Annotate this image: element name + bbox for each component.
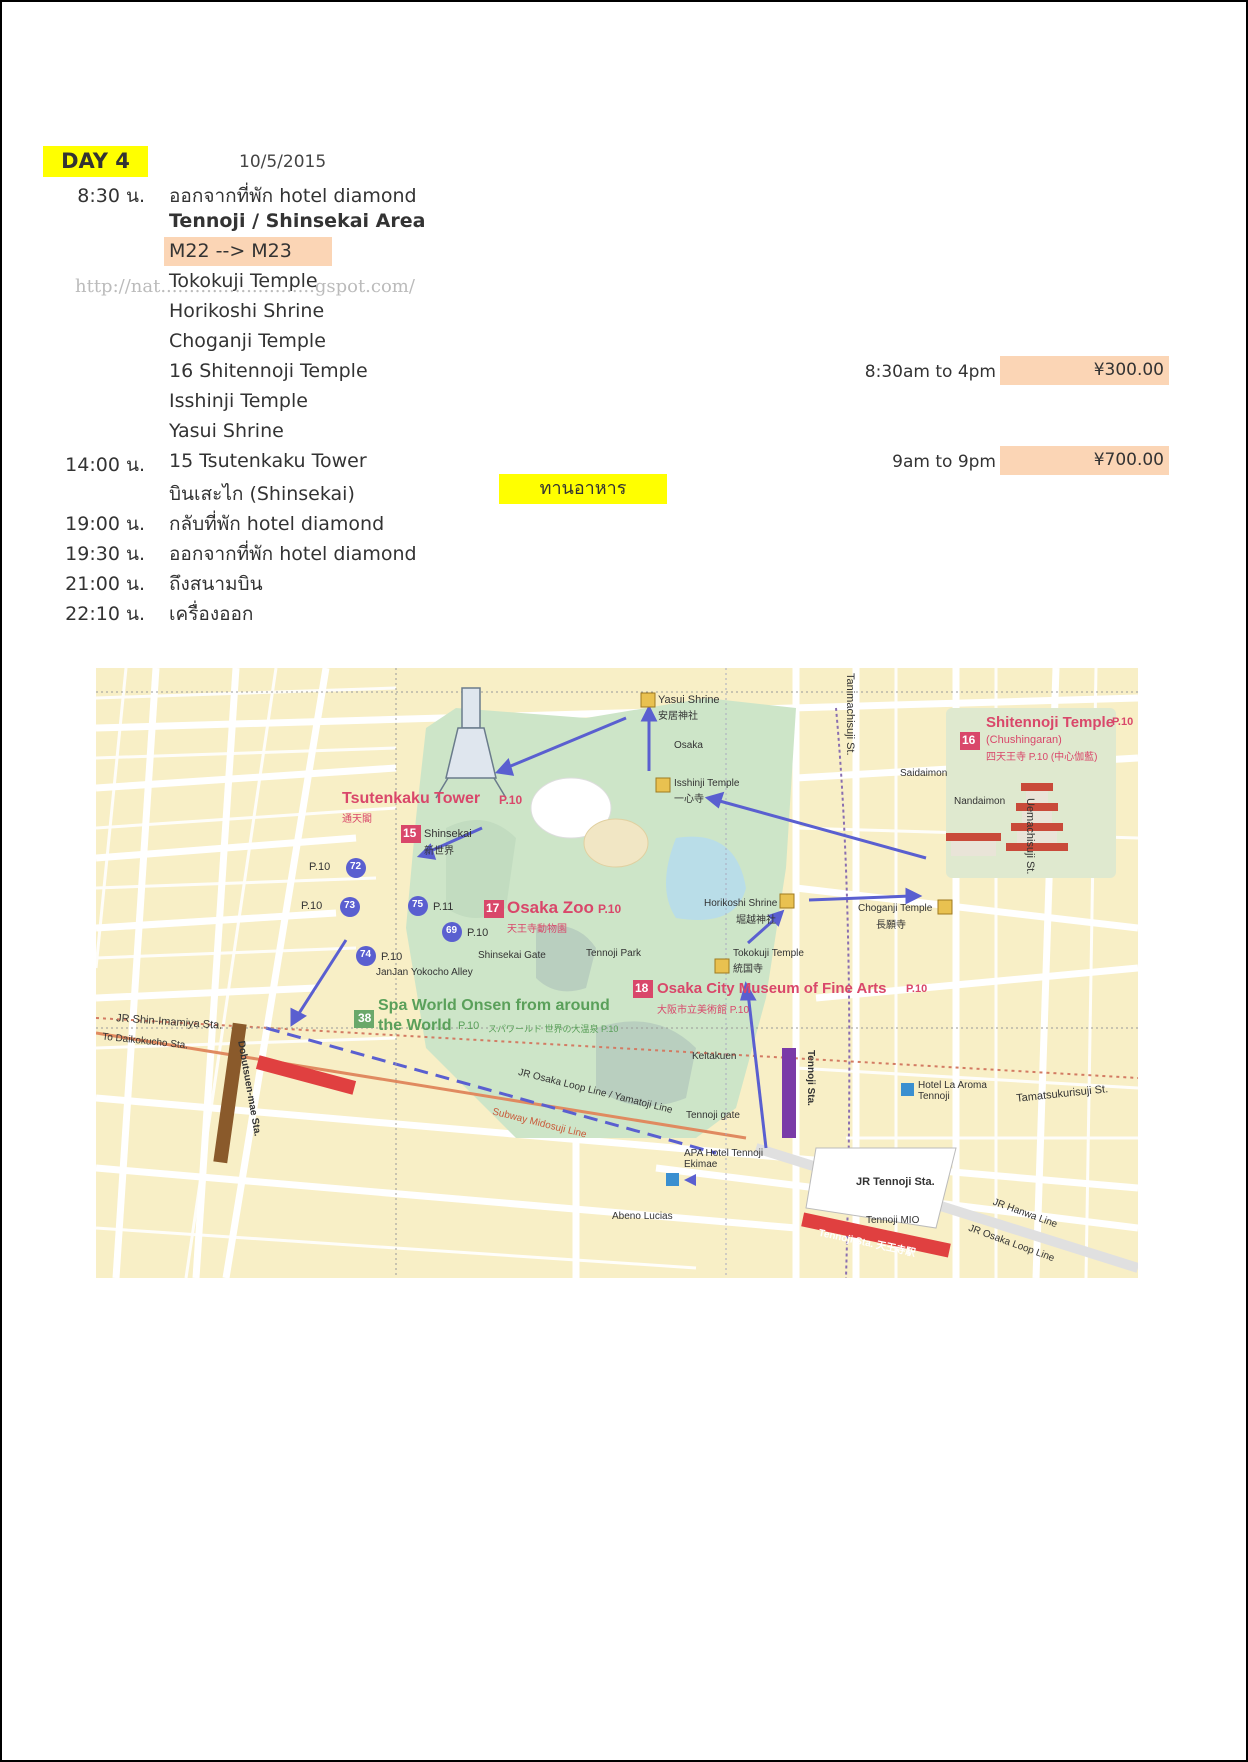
area-title: Tennoji / Shinsekai Area [169, 210, 426, 232]
activity-4: 16 Shitennoji Temple [169, 360, 368, 382]
bus-stop-69-page: P.10 [467, 927, 489, 939]
activity-3: Choganji Temple [169, 330, 326, 352]
poi-18-num: 18 [635, 981, 649, 995]
poi-tsutenkaku-jp: 通天閣 [342, 814, 372, 825]
bus-stop-73-num: 73 [344, 900, 356, 911]
hours-4: 8:30am to 4pm [864, 362, 996, 382]
choganji-label: Choganji Temple [858, 903, 933, 914]
day-label: DAY 4 [43, 146, 148, 177]
hotel-la-aroma-label: Hotel La Aroma Tennoji [918, 1080, 987, 1102]
poi-shitennoji-name: Shitennoji Temple [986, 714, 1115, 731]
activity-5: Isshinji Temple [169, 390, 308, 412]
activity-11: ถึงสนามบิน [169, 573, 263, 595]
bus-stop-75-page: P.11 [433, 901, 454, 913]
abeno-label: Abeno Lucias [612, 1211, 673, 1222]
bus-stop-73-page: P.10 [301, 900, 323, 912]
poi-zoo-jp: 天王寺動物園 [507, 924, 567, 935]
saidaimon-label: Saidaimon [900, 768, 948, 779]
activity-8: บินเสะไก (Shinsekai) [169, 483, 355, 505]
poi-38-num: 38 [358, 1011, 372, 1025]
keitakuen-label: Keitakuen [692, 1051, 737, 1062]
activity-12: เครื่องออก [169, 603, 254, 625]
bus-stop-75-num: 75 [412, 899, 424, 910]
tokokuji-jp: 統国寺 [733, 964, 763, 975]
route-box: M22 --> M23 [164, 237, 332, 266]
time-11: 21:00 น. [65, 573, 145, 595]
tennoji-mio-label: Tennoji MIO [866, 1215, 920, 1226]
uemachisuji-label: Uemachisuji St. [1024, 798, 1036, 875]
watermark: http://nat...........................gsp… [75, 276, 415, 297]
activity-6: Yasui Shrine [169, 420, 284, 442]
apa-hotel-label: APA Hotel Tennoji Ekimae [684, 1148, 764, 1170]
activity-10: ออกจากที่พัก hotel diamond [169, 543, 417, 565]
osaka-label: Osaka [674, 740, 703, 751]
poi-17-num: 17 [486, 901, 500, 915]
activity-0: ออกจากที่พัก hotel diamond [169, 185, 417, 207]
bus-stop-74-num: 74 [360, 949, 372, 960]
shinsekai-jp: 新世界 [424, 846, 454, 857]
poi-shitennoji-page: P.10 [1112, 716, 1134, 728]
yasui-jp: 安居神社 [658, 711, 698, 722]
bus-stop-74-page: P.10 [381, 951, 403, 963]
shinsekai-label: Shinsekai [424, 828, 472, 840]
activity-2: Horikoshi Shrine [169, 300, 325, 322]
tennoji-sta-label: Tennoji Sta. [805, 1050, 816, 1106]
jr-tennoji-label: JR Tennoji Sta. [856, 1176, 935, 1188]
poi-16-num: 16 [962, 733, 976, 747]
poi-15-num: 15 [403, 826, 417, 840]
area-map: Tsutenkaku Tower P.10 通天閣 15 Shinsekai 新… [96, 668, 1138, 1278]
shinsekai-gate-label: Shinsekai Gate [478, 950, 546, 961]
isshinji-jp: 一心寺 [674, 794, 704, 805]
map-graphics [96, 668, 1138, 1278]
tennoji-gate-label: Tennoji gate [686, 1110, 740, 1121]
time-12: 22:10 น. [65, 603, 145, 625]
time-0: 8:30 น. [77, 185, 145, 207]
poi-spaworld-page: P.10 [458, 1020, 480, 1032]
bus-stop-69-num: 69 [446, 925, 458, 936]
choganji-jp: 長願寺 [876, 920, 906, 931]
time-9: 19:00 น. [65, 513, 145, 535]
poi-shitennoji-jp: 四天王寺 P.10 (中心伽藍) [986, 752, 1098, 763]
poi-tsutenkaku-name: Tsutenkaku Tower [342, 790, 481, 807]
price-4: ¥300.00 [1000, 356, 1169, 385]
poi-shitennoji-sub: (Chushingaran) [986, 734, 1062, 746]
janjan-label: JanJan Yokocho Alley [376, 967, 473, 978]
poi-tsutenkaku-page: P.10 [499, 793, 523, 807]
meal-label: ทานอาหาร [499, 474, 667, 504]
bus-stop-72-num: 72 [350, 861, 362, 872]
tennoji-park-label: Tennoji Park [586, 948, 642, 959]
poi-zoo-page: P.10 [598, 902, 622, 916]
nandaimon-label: Nandaimon [954, 796, 1006, 807]
horikoshi-jp: 堀越神社 [736, 915, 776, 926]
poi-museum-jp: 大阪市立美術館 P.10 [657, 1005, 750, 1016]
yasui-label: Yasui Shrine [658, 694, 720, 706]
horikoshi-label: Horikoshi Shrine [704, 898, 778, 909]
time-7: 14:00 น. [65, 454, 145, 476]
tanimachisuji-label: Tanimachisuji St. [844, 673, 856, 756]
tokokuji-label: Tokokuji Temple [733, 948, 804, 959]
isshinji-label: Isshinji Temple [674, 778, 740, 789]
bus-stop-72-page: P.10 [309, 861, 331, 873]
activity-9: กลับที่พัก hotel diamond [169, 513, 385, 535]
poi-spaworld-jp: スパワールド 世界の大温泉 P.10 [488, 1024, 619, 1034]
trip-date: 10/5/2015 [239, 152, 327, 172]
hours-7: 9am to 9pm [892, 452, 996, 472]
activity-7: 15 Tsutenkaku Tower [169, 450, 367, 472]
poi-museum-page: P.10 [906, 983, 928, 995]
time-10: 19:30 น. [65, 543, 145, 565]
price-7: ¥700.00 [1000, 446, 1169, 475]
poi-zoo-name: Osaka Zoo [507, 898, 594, 917]
poi-museum-name: Osaka City Museum of Fine Arts [657, 980, 887, 997]
